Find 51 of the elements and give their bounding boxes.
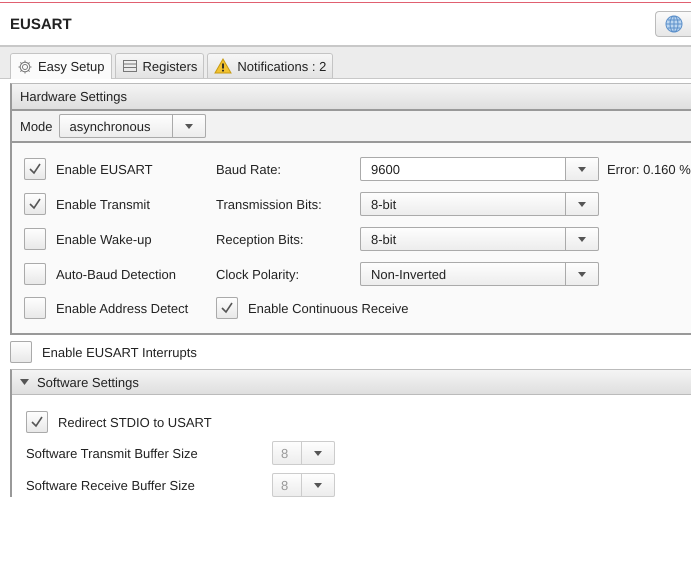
- dropdown[interactable]: 8-bit: [360, 227, 599, 251]
- section-header[interactable]: Software Settings: [12, 370, 691, 395]
- field-label: Reception Bits:: [216, 232, 304, 246]
- checkbox-label: Enable EUSART: [56, 162, 153, 176]
- window-title: EUSART: [10, 16, 72, 32]
- check-icon: [28, 198, 42, 210]
- checkbox[interactable]: [26, 411, 48, 433]
- checkbox[interactable]: [24, 228, 46, 250]
- dropdown[interactable]: 9600: [360, 157, 599, 181]
- warning-icon: [214, 58, 232, 74]
- checkbox[interactable]: [24, 297, 46, 319]
- tab[interactable]: Registers: [114, 53, 204, 78]
- section-header: Hardware Settings: [12, 84, 691, 111]
- caret-icon: [578, 202, 586, 206]
- checkbox[interactable]: [24, 193, 46, 215]
- checkbox-label: Redirect STDIO to USART: [58, 414, 212, 430]
- list-icon: [122, 59, 138, 73]
- mode-label: Mode: [20, 118, 53, 134]
- checkbox-label: Enable Wake-up: [56, 232, 152, 246]
- field-label: Transmission Bits:: [216, 196, 323, 212]
- caret-icon: [578, 272, 586, 276]
- gear-icon: [17, 58, 33, 74]
- globe-button[interactable]: [655, 11, 691, 37]
- checkbox[interactable]: [216, 297, 238, 319]
- checkbox-label: Enable Continuous Receive: [248, 300, 408, 316]
- error-text: Error: 0.160 %: [607, 162, 691, 176]
- tab[interactable]: Notifications : 2: [207, 53, 334, 78]
- dropdown[interactable]: Non-Inverted: [360, 262, 599, 286]
- caret-icon: [578, 236, 586, 242]
- check-icon: [30, 416, 44, 428]
- checkbox[interactable]: [24, 263, 46, 285]
- field-label: Clock Polarity:: [216, 266, 300, 282]
- checkbox[interactable]: [24, 158, 46, 180]
- checkbox-label: Enable EUSART Interrupts: [42, 344, 197, 360]
- caret-icon: [314, 450, 322, 456]
- caret-icon: [578, 166, 586, 172]
- caret-icon: [314, 482, 322, 488]
- checkbox-label: Auto-Baud Detection: [56, 266, 176, 282]
- field-label: Software Receive Buffer Size: [26, 478, 196, 492]
- check-icon: [220, 302, 234, 314]
- checkbox[interactable]: [10, 341, 32, 363]
- mode-dropdown[interactable]: asynchronous: [58, 114, 206, 138]
- field-label: Software Transmit Buffer Size: [26, 446, 199, 460]
- tab[interactable]: Easy Setup: [10, 53, 112, 79]
- field-label: Baud Rate:: [216, 162, 282, 176]
- checkbox-label: Enable Transmit: [56, 196, 150, 212]
- check-icon: [28, 163, 42, 175]
- globe-icon: [664, 15, 682, 33]
- checkbox-label: Enable Address Detect: [56, 300, 188, 316]
- dropdown[interactable]: 8-bit: [360, 192, 599, 216]
- caret-icon: [184, 124, 193, 128]
